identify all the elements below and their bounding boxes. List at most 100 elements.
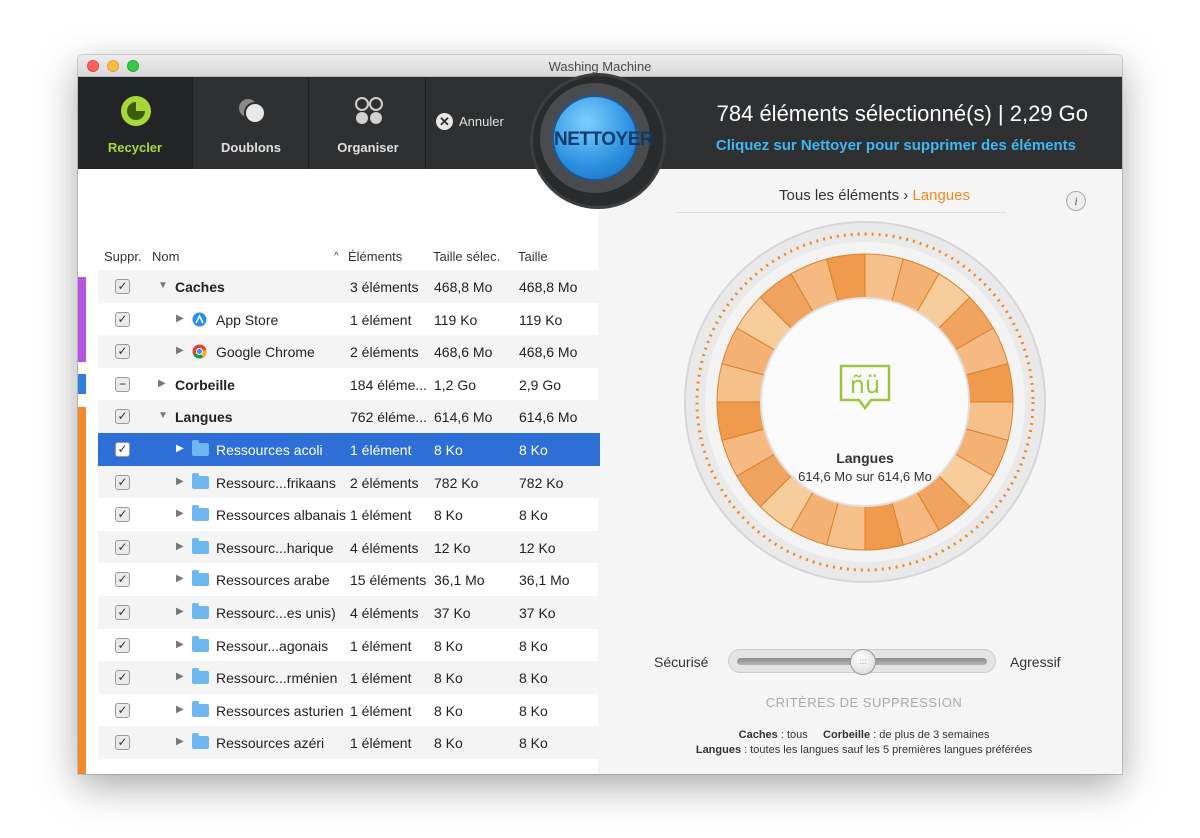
table-row[interactable]: ✓ ▶ Ressources arabe 15 éléments 36,1 Mo 36,1… (98, 563, 600, 596)
row-checkbox[interactable]: ✓ (115, 637, 130, 653)
table-row[interactable]: − ▶ Corbeille 184 éléme... 1,2 Go 2,9 Go (98, 368, 600, 401)
table-row[interactable]: ✓ ▶ Ressources azéri 1 élément 8 Ko 8 Ko (98, 726, 600, 759)
row-elements: 184 éléme... (350, 376, 428, 393)
cancel-button[interactable]: ✕ Annuler (436, 113, 504, 131)
row-checkbox[interactable]: ✓ (115, 735, 130, 751)
row-checkbox[interactable]: ✓ (115, 572, 130, 588)
row-checkbox[interactable]: ✓ (115, 507, 130, 523)
table-row[interactable]: ✓ ▶ Ressourc...harique 4 éléments 12 Ko 12 Ko (98, 530, 600, 564)
row-checkbox[interactable]: ✓ (115, 604, 130, 620)
row-checkbox[interactable]: ✓ (115, 670, 130, 686)
row-name: Google Chrome (216, 344, 315, 361)
row-elements: 4 éléments (350, 539, 419, 556)
tab-organiser[interactable]: Organiser (311, 77, 426, 169)
col-suppr[interactable]: Suppr. (104, 249, 142, 265)
folder-icon (192, 570, 209, 587)
disclosure-triangle-icon[interactable]: ▶ (158, 378, 166, 389)
table-row[interactable]: ✓ ▶ Ressour...agonais 1 élément 8 Ko 8 Ko (98, 629, 600, 662)
disclosure-triangle-icon[interactable]: ▶ (176, 476, 184, 487)
row-elements: 1 élément (350, 735, 412, 752)
folder-icon (192, 537, 209, 554)
recycle-icon (121, 96, 151, 126)
row-selected-size: 468,8 Mo (434, 279, 493, 295)
slider-label-aggressive: Agressif (1010, 654, 1061, 670)
disclosure-triangle-icon[interactable]: ▶ (176, 704, 184, 715)
row-size: 614,6 Mo (519, 409, 578, 426)
drum-title: Langues (836, 450, 894, 466)
clean-button[interactable]: NETTOYER (552, 95, 654, 181)
row-checkbox[interactable]: ✓ (115, 441, 130, 457)
row-checkbox[interactable]: ✓ (115, 474, 130, 490)
slider-label-safe: Sécurisé (654, 654, 709, 670)
disclosure-triangle-icon[interactable]: ▶ (176, 443, 184, 454)
table-row[interactable]: ✓ ▶ Ressourc...es unis) 4 éléments 37 Ko 37 K… (98, 595, 600, 629)
table-row[interactable]: ✓ ▼ Langues 762 éléme... 614,6 Mo 614,6 Mo (98, 400, 600, 433)
row-checkbox[interactable]: ✓ (115, 409, 130, 425)
row-selected-size: 782 Ko (434, 474, 479, 491)
tab-doublons[interactable]: Doublons (194, 77, 309, 169)
tab-recycler[interactable]: Recycler (78, 77, 193, 169)
disclosure-triangle-icon[interactable]: ▶ (176, 671, 184, 682)
row-size: 2,9 Go (519, 376, 562, 393)
folder-icon (192, 472, 209, 489)
aggressiveness-slider[interactable]: ::: (728, 649, 996, 675)
category-bar-caches (78, 277, 86, 362)
clean-button-label: NETTOYER (554, 129, 654, 150)
row-checkbox[interactable]: ✓ (115, 279, 130, 294)
row-name: Ressources asturien (216, 702, 344, 719)
row-name: Ressources albanais (216, 507, 346, 524)
col-name[interactable]: Nom (152, 249, 179, 265)
row-selected-size: 37 Ko (434, 604, 471, 621)
row-elements: 15 éléments (350, 572, 427, 589)
row-elements: 3 éléments (350, 279, 419, 295)
window-title: Washing Machine (548, 59, 652, 74)
row-checkbox[interactable]: − (115, 376, 130, 392)
row-checkbox[interactable]: ✓ (115, 539, 130, 555)
folder-icon (192, 439, 209, 456)
row-checkbox[interactable]: ✓ (115, 311, 130, 327)
row-size: 8 Ko (519, 702, 548, 719)
row-name: Ressourc...rménien (216, 670, 338, 687)
disclosure-triangle-icon[interactable]: ▼ (158, 280, 168, 291)
row-elements: 2 éléments (350, 344, 419, 361)
disclosure-triangle-icon[interactable]: ▶ (176, 606, 184, 617)
slider-knob[interactable]: ::: (850, 649, 876, 675)
row-selected-size: 36,1 Mo (434, 572, 485, 589)
row-name: Langues (175, 409, 233, 426)
table-row[interactable]: ✓ ▼ Caches 3 éléments 468,8 Mo 468,8 Mo (98, 270, 600, 303)
disclosure-triangle-icon[interactable]: ▶ (176, 345, 184, 356)
table-row[interactable]: ✓ ▶ Ressources albanais 1 élément 8 Ko 8 Ko (98, 498, 600, 531)
selection-summary: 784 éléments sélectionné(s) | 2,29 Go (716, 101, 1088, 126)
tab-recycler-label: Recycler (107, 140, 163, 155)
table-row[interactable]: ✓ ▶ Ressources acoli 1 élément 8 Ko 8 Ko (98, 432, 600, 466)
category-bar-corbeille (78, 374, 86, 394)
clean-button-housing: NETTOYER (530, 73, 666, 223)
breadcrumb-root[interactable]: Tous les éléments (779, 187, 899, 204)
col-elements[interactable]: Éléments (348, 249, 402, 265)
col-size[interactable]: Taille (518, 249, 548, 265)
col-selected-size[interactable]: Taille sélec. (433, 249, 500, 265)
chrome-icon (192, 344, 207, 359)
row-checkbox[interactable]: ✓ (115, 344, 130, 360)
disclosure-triangle-icon[interactable]: ▶ (176, 736, 184, 747)
table-row[interactable]: ✓ ▶ Google Chrome 2 éléments 468,6 Mo 468,6 M… (98, 335, 600, 368)
disclosure-triangle-icon[interactable]: ▶ (176, 541, 184, 552)
table-row[interactable]: ✓ ▶ Ressourc...rménien 1 élément 8 Ko 8 Ko (98, 661, 600, 694)
row-name: Ressources arabe (216, 572, 330, 589)
table-row[interactable]: ✓ ▶ Ressourc...frikaans 2 éléments 782 Ko 782… (98, 465, 600, 499)
info-icon[interactable]: i (1066, 191, 1086, 211)
row-size: 782 Ko (519, 474, 564, 491)
row-elements: 1 élément (350, 670, 412, 687)
disclosure-triangle-icon[interactable]: ▶ (176, 508, 184, 519)
row-size: 36,1 Mo (519, 572, 570, 589)
disclosure-triangle-icon[interactable]: ▼ (158, 410, 168, 421)
table-row[interactable]: ✓ ▶ Ressources asturien 1 élément 8 Ko 8 Ko (98, 694, 600, 727)
row-size: 468,8 Mo (519, 279, 578, 295)
disclosure-triangle-icon[interactable]: ▶ (176, 639, 184, 650)
row-selected-size: 119 Ko (434, 311, 478, 328)
table-row[interactable]: ✓ ▶ App Store 1 élément 119 Ko 119 Ko (98, 303, 600, 336)
row-checkbox[interactable]: ✓ (115, 702, 130, 718)
disclosure-triangle-icon[interactable]: ▶ (176, 313, 184, 324)
clean-hint: Cliquez sur Nettoyer pour supprimer des … (715, 137, 1076, 154)
disclosure-triangle-icon[interactable]: ▶ (176, 573, 184, 584)
